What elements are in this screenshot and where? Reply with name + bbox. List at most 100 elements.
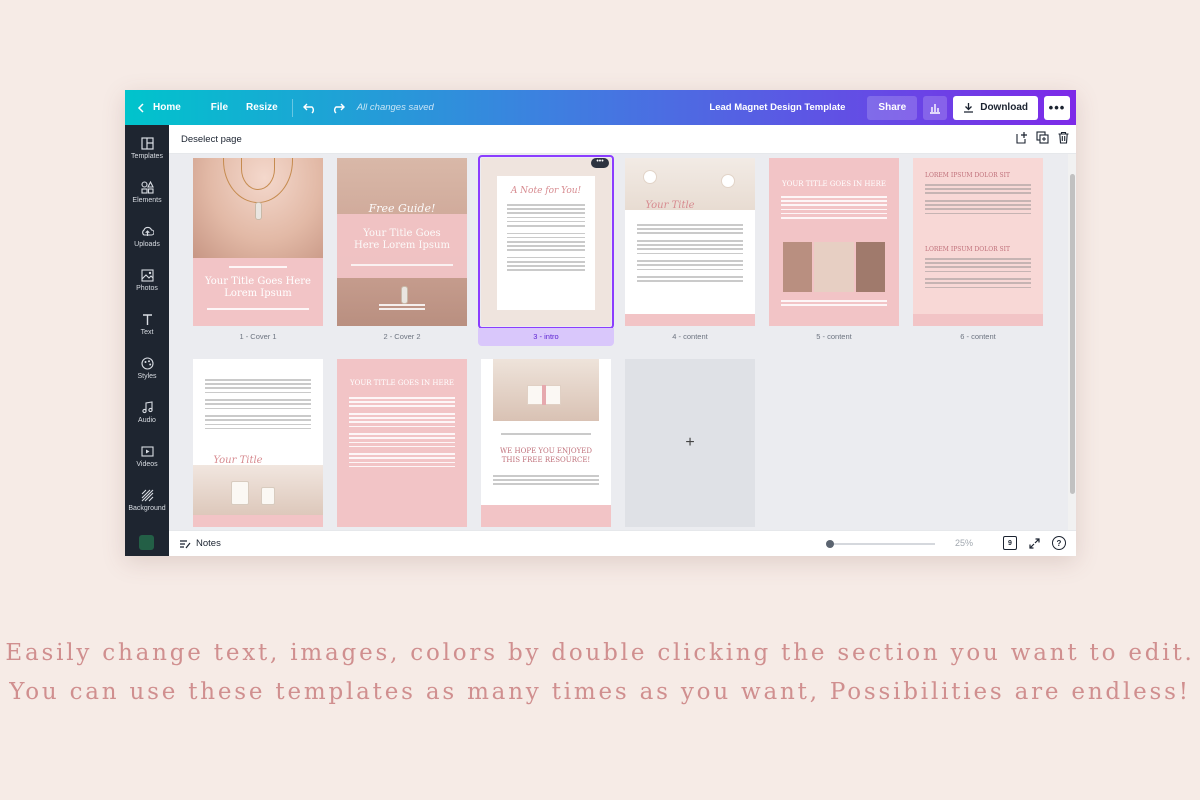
audio-icon	[141, 401, 153, 414]
footer-band	[481, 505, 611, 527]
page-thumbnail-1[interactable]: Your Title Goes Here Lorem Ipsum	[193, 158, 323, 326]
fullscreen-icon[interactable]	[1029, 537, 1040, 549]
home-button[interactable]: Home	[137, 90, 181, 125]
divider	[291, 98, 293, 117]
text-lines	[207, 308, 309, 312]
sidebar-item-label: Templates	[131, 153, 163, 160]
tagline-line-1: Easily change text, images, colors by do…	[5, 640, 1195, 666]
sidebar-item-templates[interactable]: Templates	[125, 137, 169, 160]
resize-button[interactable]: Resize	[246, 90, 278, 125]
footer-band	[193, 515, 323, 527]
page-label-selected: 3 - intro	[478, 328, 614, 346]
page-label: 2 - Cover 2	[383, 332, 421, 341]
sidebar-item-uploads[interactable]: Uploads	[125, 225, 169, 248]
ellipsis-icon: •••	[596, 158, 604, 165]
notes-icon	[180, 539, 191, 548]
zoom-slider[interactable]	[826, 540, 935, 548]
scrollbar[interactable]	[1068, 154, 1076, 530]
text-lines	[205, 379, 311, 432]
page-thumbnail-5[interactable]: YOUR TITLE GOES IN HERE	[769, 158, 899, 326]
insights-button[interactable]	[923, 95, 948, 120]
bottom-bar: Notes 25% 9 ?	[169, 530, 1076, 556]
note-card: A Note for You!	[497, 176, 595, 310]
sidebar-item-audio[interactable]: Audio	[125, 401, 169, 424]
app-logo[interactable]	[139, 535, 154, 550]
page-thumbnail-6[interactable]: LOREM IPSUM DOLOR SIT LOREM IPSUM DOLOR …	[913, 158, 1043, 326]
view-controls: 9 ?	[1003, 536, 1066, 550]
ribbon	[542, 385, 546, 405]
text-lines	[507, 204, 585, 274]
resize-label: Resize	[246, 102, 278, 113]
scroll-thumb[interactable]	[1070, 174, 1075, 494]
file-menu[interactable]: File	[211, 90, 228, 125]
page-grid: Your Title Goes Here Lorem Ipsum 1 - Cov…	[169, 154, 1068, 530]
grid-view-button[interactable]: 9	[1003, 536, 1017, 550]
more-options-button[interactable]: •••	[1044, 95, 1070, 120]
trash-icon[interactable]	[1057, 131, 1070, 144]
add-page-icon[interactable]	[1015, 131, 1028, 144]
section-heading: LOREM IPSUM DOLOR SIT	[925, 246, 1011, 253]
document-title[interactable]: Lead Magnet Design Template	[709, 102, 845, 113]
notes-label: Notes	[196, 538, 221, 549]
download-icon	[964, 103, 974, 113]
ellipsis-icon: •••	[1048, 100, 1066, 115]
download-label: Download	[980, 102, 1028, 113]
text-lines	[637, 224, 743, 284]
sidebar: Templates Elements Uploads Photos Text S…	[125, 125, 169, 556]
plus-icon: +	[685, 434, 695, 451]
elements-icon	[140, 181, 154, 194]
page-script: Free Guide!	[368, 202, 436, 215]
zoom-level[interactable]: 25%	[955, 538, 973, 548]
page-thumbnail-3[interactable]: A Note for You!	[481, 158, 611, 326]
collage-photo	[783, 242, 812, 292]
page-thumbnail-9[interactable]: WE HOPE YOU ENJOYED THIS FREE RESOURCE!	[481, 359, 611, 527]
collage-photo	[856, 242, 885, 292]
candle	[643, 170, 657, 184]
add-page-button[interactable]: +	[625, 359, 755, 527]
download-button[interactable]: Download	[953, 95, 1038, 120]
editor-window: Home File Resize All changes saved Lead …	[125, 90, 1076, 556]
sidebar-item-label: Styles	[137, 373, 157, 380]
page-label: 4 - content	[672, 332, 708, 341]
page-thumbnail-2[interactable]: Free Guide! Your Title Goes Here Lorem I…	[337, 158, 467, 326]
sidebar-item-label: Background	[128, 505, 166, 512]
redo-icon	[333, 103, 345, 114]
sidebar-item-styles[interactable]: Styles	[125, 357, 169, 380]
app-logo-icon	[142, 538, 151, 547]
redo-button[interactable]	[331, 90, 345, 125]
sidebar-item-label: Audio	[138, 417, 156, 424]
uploads-icon	[141, 226, 154, 236]
page-script: A Note for You!	[510, 186, 582, 196]
page-thumbnail-4[interactable]: Your Title	[625, 158, 755, 326]
notes-button[interactable]: Notes	[179, 538, 221, 549]
styles-icon	[140, 357, 154, 370]
page-thumbnail-8[interactable]: YOUR TITLE GOES IN HERE	[337, 359, 467, 527]
candle	[721, 174, 735, 188]
page-options-button[interactable]: •••	[591, 158, 609, 168]
deselect-page-button[interactable]: Deselect page	[181, 134, 242, 145]
page-title: Your Title Goes Here Lorem Ipsum	[205, 276, 311, 299]
help-button[interactable]: ?	[1052, 536, 1066, 550]
home-label: Home	[153, 102, 181, 113]
candle-photo	[193, 465, 323, 515]
duplicate-page-icon[interactable]	[1036, 131, 1049, 144]
text-lines	[925, 258, 1031, 291]
page-toolbar: Deselect page	[169, 125, 1076, 154]
cover-panel: Your Title Goes Here Lorem Ipsum	[193, 258, 323, 326]
zoom-slider-knob[interactable]	[826, 540, 834, 548]
page-label: 6 - content	[960, 332, 996, 341]
sidebar-item-elements[interactable]: Elements	[125, 181, 169, 204]
section-heading: LOREM IPSUM DOLOR SIT	[925, 172, 1011, 179]
share-button[interactable]: Share	[867, 95, 918, 120]
chevron-left-icon	[137, 102, 144, 113]
sidebar-item-text[interactable]: Text	[125, 313, 169, 336]
candle-jar	[231, 481, 249, 505]
sidebar-item-background[interactable]: Background	[125, 489, 169, 512]
page-thumbnail-7[interactable]: Your Title	[193, 359, 323, 527]
sidebar-item-photos[interactable]: Photos	[125, 269, 169, 292]
undo-button[interactable]	[302, 90, 317, 125]
necklace-photo	[193, 158, 323, 258]
sidebar-item-videos[interactable]: Videos	[125, 445, 169, 468]
text-lines	[501, 433, 591, 437]
photo-collage	[783, 242, 885, 292]
